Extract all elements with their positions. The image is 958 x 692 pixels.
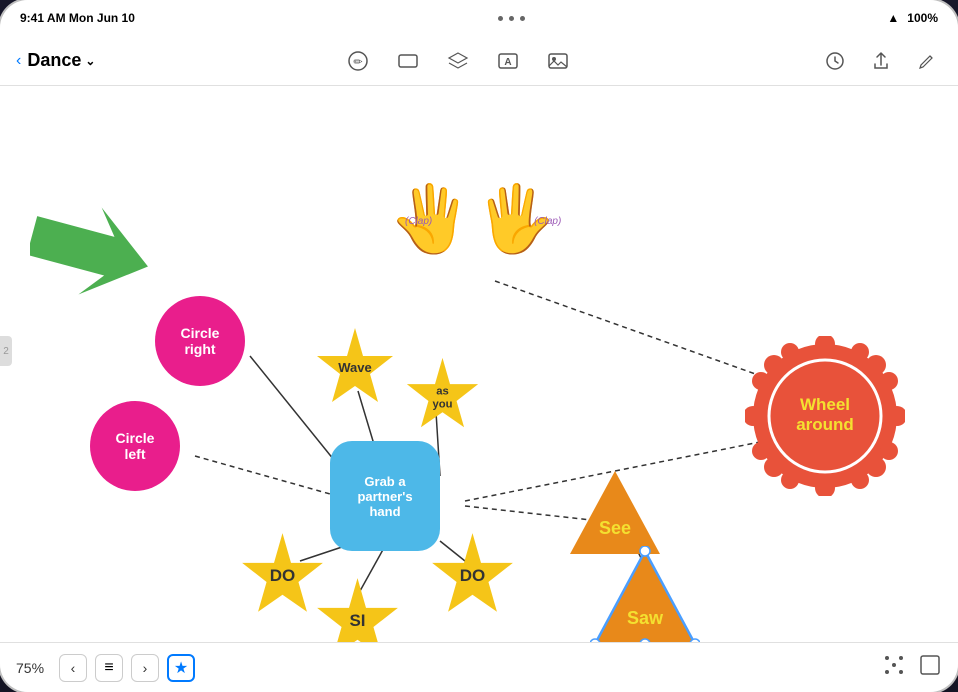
- image-tool-button[interactable]: [543, 46, 573, 76]
- page-edge-indicator: 2: [0, 336, 12, 366]
- circle-right-node[interactable]: Circleright: [155, 296, 245, 386]
- toolbar-center: ✏ A: [95, 46, 820, 76]
- saw-triangle-node[interactable]: Saw: [590, 546, 700, 642]
- svg-text:✏: ✏: [353, 56, 363, 68]
- toolbar-right: [820, 46, 942, 76]
- svg-text:SI: SI: [349, 611, 365, 630]
- svg-text:Wheel: Wheel: [800, 395, 850, 414]
- star-icon: ★: [174, 658, 188, 678]
- svg-text:A: A: [504, 57, 511, 68]
- canvas-area[interactable]: Circleright Circleleft 🖐 🖐 (Clap) (Clap)…: [0, 86, 958, 642]
- battery-icon: 100%: [907, 11, 938, 25]
- circle-left-node[interactable]: Circleleft: [90, 401, 180, 491]
- do-right-node[interactable]: DO: [430, 531, 515, 621]
- status-center: [135, 16, 887, 21]
- wifi-icon: ▲: [887, 11, 899, 25]
- svg-text:See: See: [599, 518, 631, 538]
- back-button[interactable]: ‹: [16, 52, 21, 70]
- circle-right-label: Circleright: [181, 325, 220, 357]
- bottom-bar: 75% ‹ ≡ › ★: [0, 642, 958, 692]
- bottom-right-controls: [882, 653, 942, 683]
- wave-node[interactable]: Wave: [315, 326, 395, 411]
- status-dot-1: [498, 16, 503, 21]
- list-icon: ≡: [104, 659, 113, 677]
- prev-icon: ‹: [71, 660, 76, 676]
- svg-text:DO: DO: [270, 566, 296, 585]
- svg-text:DO: DO: [460, 566, 486, 585]
- page-list-button[interactable]: ≡: [95, 654, 123, 682]
- title-dropdown-icon: ⌄: [85, 54, 95, 68]
- svg-text:Saw: Saw: [627, 608, 664, 628]
- status-time: 9:41 AM Mon Jun 10: [20, 11, 135, 25]
- clap-left-label: (Clap): [405, 216, 432, 227]
- arrange-button[interactable]: [882, 653, 906, 683]
- svg-text:around: around: [796, 415, 854, 434]
- fullscreen-button[interactable]: [918, 653, 942, 683]
- svg-text:you: you: [432, 399, 452, 411]
- do-left-node[interactable]: DO: [240, 531, 325, 621]
- as-you-node[interactable]: as you: [405, 356, 480, 436]
- bookmark-button[interactable]: ★: [167, 654, 195, 682]
- back-chevron-icon: ‹: [16, 52, 21, 70]
- center-label: Grab apartner'shand: [357, 474, 412, 519]
- ipad-frame: 9:41 AM Mon Jun 10 ▲ 100% ‹ Dance ⌄ ✏: [0, 0, 958, 692]
- status-dot-3: [520, 16, 525, 21]
- share-button[interactable]: [866, 46, 896, 76]
- clap-area: 🖐 🖐 (Clap) (Clap): [390, 181, 556, 257]
- title-label: Dance: [27, 50, 81, 71]
- shape-tool-button[interactable]: [393, 46, 423, 76]
- circle-left-label: Circleleft: [116, 430, 155, 462]
- next-icon: ›: [143, 660, 148, 676]
- next-page-button[interactable]: ›: [131, 654, 159, 682]
- edit-button[interactable]: [912, 46, 942, 76]
- text-tool-button[interactable]: A: [493, 46, 523, 76]
- draw-tool-button[interactable]: ✏: [343, 46, 373, 76]
- status-dot-2: [509, 16, 514, 21]
- si-node[interactable]: SI: [315, 576, 400, 642]
- toolbar-left: ‹ Dance ⌄: [16, 50, 95, 71]
- zoom-level-label: 75%: [16, 660, 51, 676]
- zoom-controls: 75% ‹ ≡ › ★: [16, 654, 195, 682]
- prev-page-button[interactable]: ‹: [59, 654, 87, 682]
- green-arrow: [30, 206, 150, 301]
- clap-right-label: (Clap): [534, 216, 561, 227]
- center-node[interactable]: Grab apartner'shand: [330, 441, 440, 551]
- status-right: ▲ 100%: [887, 11, 938, 25]
- status-bar: 9:41 AM Mon Jun 10 ▲ 100%: [0, 0, 958, 36]
- svg-text:as: as: [436, 385, 449, 397]
- layers-tool-button[interactable]: [443, 46, 473, 76]
- svg-text:Wave: Wave: [338, 360, 371, 375]
- wheel-around-node[interactable]: Wheel around: [745, 336, 905, 496]
- document-title[interactable]: Dance ⌄: [27, 50, 95, 71]
- toolbar: ‹ Dance ⌄ ✏ A: [0, 36, 958, 86]
- history-button[interactable]: [820, 46, 850, 76]
